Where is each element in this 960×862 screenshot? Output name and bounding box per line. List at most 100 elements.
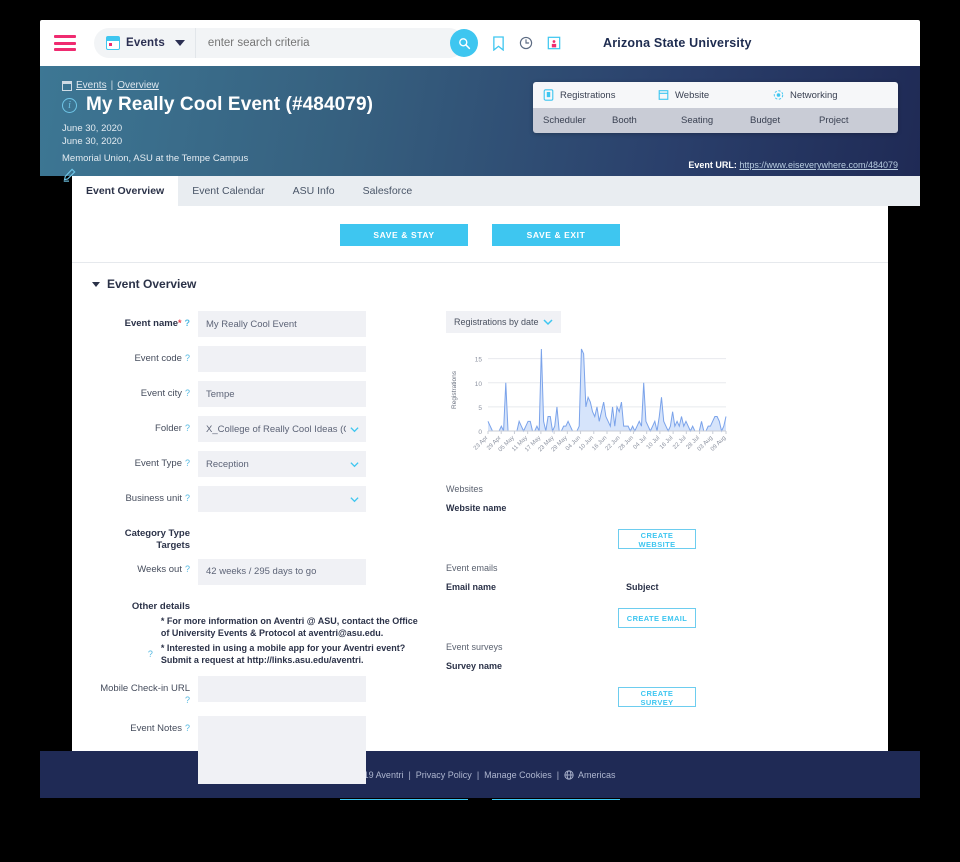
save-bar-bottom: SAVE & STAY SAVE & EXIT bbox=[72, 793, 888, 800]
field-label-event-name: Event name*? bbox=[92, 311, 190, 330]
hamburger-icon[interactable] bbox=[54, 35, 76, 51]
websites-heading: Websites bbox=[446, 484, 483, 494]
help-icon[interactable]: ? bbox=[185, 458, 190, 468]
websites-block: Websites Website name CREATE WEBSITE bbox=[446, 484, 868, 549]
field-event-name: Event name*? bbox=[92, 311, 422, 337]
search-button[interactable] bbox=[450, 29, 478, 57]
organization-name: Arizona State University bbox=[603, 36, 752, 50]
label-text: Event name bbox=[124, 318, 178, 329]
save-and-exit-button-bottom[interactable]: SAVE & EXIT bbox=[492, 798, 620, 800]
module-selector[interactable]: Events bbox=[94, 36, 195, 50]
search-input[interactable] bbox=[195, 36, 464, 50]
breadcrumb-events-link[interactable]: Events bbox=[76, 80, 107, 91]
folder-select[interactable] bbox=[198, 416, 366, 442]
svg-text:10: 10 bbox=[475, 381, 483, 388]
help-icon[interactable]: ? bbox=[148, 649, 153, 659]
help-icon[interactable]: ? bbox=[185, 353, 190, 363]
inbox-icon[interactable] bbox=[547, 36, 561, 50]
website-name-column-header: Website name bbox=[446, 503, 507, 513]
breadcrumb-calendar-icon bbox=[62, 80, 72, 91]
help-icon[interactable]: ? bbox=[185, 695, 190, 705]
module-website-label: Website bbox=[675, 89, 710, 101]
svg-text:04 Jul: 04 Jul bbox=[633, 435, 649, 451]
global-search: Events bbox=[94, 28, 464, 58]
mobile-checkin-url-input[interactable] bbox=[198, 676, 366, 702]
chart-type-selector[interactable]: Registrations by date bbox=[446, 311, 561, 333]
field-business-unit: Business unit? bbox=[92, 486, 422, 512]
event-notes-textarea[interactable] bbox=[198, 715, 366, 784]
event-type-select[interactable] bbox=[198, 451, 366, 477]
clock-icon[interactable] bbox=[519, 36, 533, 50]
calendar-icon bbox=[106, 36, 120, 50]
subject-column-header: Subject bbox=[626, 582, 659, 592]
help-icon[interactable]: ? bbox=[185, 423, 190, 433]
field-label-event-notes: Event Notes? bbox=[92, 716, 190, 735]
svg-text:16 Jul: 16 Jul bbox=[659, 435, 675, 451]
help-icon[interactable]: ? bbox=[185, 318, 191, 328]
create-website-button[interactable]: CREATE WEBSITE bbox=[618, 529, 696, 549]
note-1-spacer bbox=[92, 615, 153, 622]
registrations-area-chart: 05101523 Apr29 Apr05 May11 May17 May23 M… bbox=[451, 348, 727, 453]
survey-name-column-header: Survey name bbox=[446, 661, 503, 671]
event-url-link[interactable]: https://www.eiseverywhere.com/484079 bbox=[739, 160, 898, 170]
module-booth[interactable]: Booth bbox=[612, 115, 681, 126]
label-text: Business unit bbox=[125, 493, 182, 504]
event-name-input[interactable] bbox=[198, 311, 366, 337]
info-icon[interactable]: i bbox=[62, 97, 77, 113]
svg-text:22 Jul: 22 Jul bbox=[672, 435, 688, 451]
registrations-icon bbox=[543, 89, 554, 101]
svg-text:0: 0 bbox=[478, 429, 482, 436]
module-networking[interactable]: Networking bbox=[773, 89, 888, 101]
surveys-heading: Event surveys bbox=[446, 642, 503, 652]
label-text: Weeks out bbox=[137, 563, 182, 575]
save-and-exit-button-top[interactable]: SAVE & EXIT bbox=[492, 224, 620, 246]
emails-heading: Event emails bbox=[446, 563, 498, 573]
form-right-column: Registrations by date 0 5 10 15 23 Apr 29 Apr… bbox=[422, 311, 868, 793]
topbar-icon-group bbox=[492, 35, 561, 51]
module-website[interactable]: Website bbox=[658, 89, 773, 101]
folder-select-value[interactable] bbox=[198, 416, 366, 442]
event-city-input[interactable] bbox=[198, 381, 366, 407]
help-icon[interactable]: ? bbox=[185, 493, 190, 503]
field-mobile-checkin-url: Mobile Check-in URL? bbox=[92, 676, 422, 707]
module-selector-label: Events bbox=[126, 37, 165, 49]
collapse-triangle-icon bbox=[92, 281, 100, 287]
breadcrumb-overview-link[interactable]: Overview bbox=[117, 80, 159, 91]
chart-type-selector-label: Registrations by date bbox=[454, 317, 539, 327]
module-project[interactable]: Project bbox=[819, 115, 888, 126]
help-icon[interactable]: ? bbox=[185, 388, 190, 398]
svg-text:15: 15 bbox=[475, 357, 483, 364]
save-and-stay-button-bottom[interactable]: SAVE & STAY bbox=[340, 798, 468, 800]
pencil-icon[interactable] bbox=[62, 168, 76, 182]
event-code-input[interactable] bbox=[198, 346, 366, 372]
weeks-out-value bbox=[198, 558, 366, 585]
event-url-label: Event URL: bbox=[688, 160, 737, 170]
event-type-select-value[interactable] bbox=[198, 451, 366, 477]
field-event-code: Event code? bbox=[92, 346, 422, 372]
email-name-column-header: Email name bbox=[446, 582, 497, 592]
search-icon bbox=[458, 37, 470, 49]
save-and-stay-button-top[interactable]: SAVE & STAY bbox=[340, 224, 468, 246]
module-budget[interactable]: Budget bbox=[750, 115, 819, 126]
business-unit-select[interactable] bbox=[198, 486, 366, 512]
module-scheduler[interactable]: Scheduler bbox=[543, 115, 612, 126]
help-icon[interactable]: ? bbox=[185, 723, 190, 733]
create-survey-button[interactable]: CREATE SURVEY bbox=[618, 687, 696, 707]
create-email-button[interactable]: CREATE EMAIL bbox=[618, 608, 696, 628]
module-registrations[interactable]: Registrations bbox=[543, 89, 658, 101]
save-bar-top: SAVE & STAY SAVE & EXIT bbox=[72, 206, 888, 262]
svg-text:28 Jun: 28 Jun bbox=[618, 435, 635, 452]
section-header-event-overview[interactable]: Event Overview bbox=[72, 262, 888, 303]
event-end-date: June 30, 2020 bbox=[62, 135, 123, 147]
module-seating[interactable]: Seating bbox=[681, 115, 750, 126]
note-1-text: * For more information on Aventri @ ASU,… bbox=[160, 615, 418, 639]
field-label-other-details: Other details bbox=[131, 600, 190, 612]
help-icon[interactable]: ? bbox=[185, 564, 190, 574]
field-label-category-type-targets: Category Type Targets bbox=[124, 528, 190, 551]
module-networking-label: Networking bbox=[790, 89, 838, 101]
bookmark-icon[interactable] bbox=[492, 35, 505, 51]
business-unit-select-value[interactable] bbox=[198, 486, 366, 512]
module-registrations-label: Registrations bbox=[560, 89, 616, 101]
surveys-block: Event surveys Survey name CREATE SURVEY bbox=[446, 642, 868, 707]
note-row-2: ? * Interested in using a mobile app for… bbox=[92, 642, 422, 667]
